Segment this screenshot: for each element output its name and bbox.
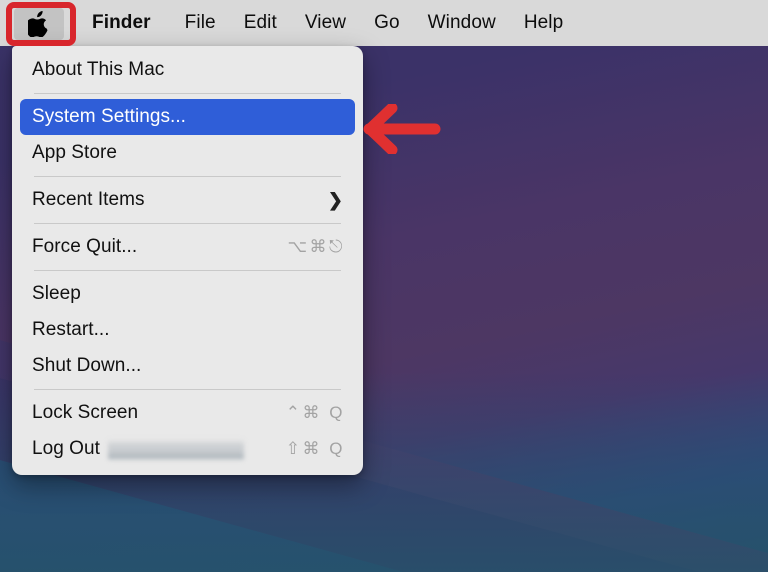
menu-item-log-out[interactable]: Log Out ⇧⌘ Q: [20, 431, 355, 467]
menu-item-label: Lock Screen: [32, 402, 139, 423]
apple-logo-icon: [14, 8, 64, 40]
menu-bar-item-go[interactable]: Go: [360, 0, 414, 46]
menu-bar-item-file[interactable]: File: [171, 0, 230, 46]
apple-menu-active-background: [14, 8, 64, 40]
menu-item-label: App Store: [32, 142, 117, 163]
menu-bar-item-finder[interactable]: Finder: [74, 0, 171, 46]
menu-separator: [34, 270, 341, 271]
menu-item-label: About This Mac: [32, 59, 165, 80]
menu-bar-item-help[interactable]: Help: [510, 0, 577, 46]
menu-item-shortcut: ⌥⌘⎋: [287, 237, 345, 256]
menu-bar-item-window[interactable]: Window: [414, 0, 510, 46]
menu-item-about-this-mac[interactable]: About This Mac: [20, 52, 355, 88]
menu-item-shortcut: ⌃⌘ Q: [285, 403, 345, 422]
menu-item-shut-down[interactable]: Shut Down...: [20, 348, 355, 384]
menu-item-app-store[interactable]: App Store: [20, 135, 355, 171]
menu-item-label: System Settings...: [32, 106, 187, 127]
menu-item-label: Shut Down...: [32, 355, 142, 376]
menu-item-label: Recent Items: [32, 189, 145, 210]
menu-separator: [34, 93, 341, 94]
menu-separator: [34, 176, 341, 177]
menu-item-recent-items[interactable]: Recent Items ❯: [20, 182, 355, 218]
menu-item-force-quit[interactable]: Force Quit... ⌥⌘⎋: [20, 229, 355, 265]
menu-separator: [34, 389, 341, 390]
menu-item-label: Sleep: [32, 283, 81, 304]
menu-item-label: Force Quit...: [32, 236, 138, 257]
menu-bar-item-edit[interactable]: Edit: [230, 0, 291, 46]
redacted-user-name: [107, 438, 244, 460]
menu-bar: Finder File Edit View Go Window Help: [0, 0, 768, 46]
menu-item-sleep[interactable]: Sleep: [20, 276, 355, 312]
macos-desktop-screen: Finder File Edit View Go Window Help Abo…: [0, 0, 768, 572]
chevron-right-icon: ❯: [327, 190, 343, 210]
apple-dropdown-menu: About This Mac System Settings... App St…: [12, 46, 363, 475]
apple-menu-button[interactable]: [0, 0, 74, 46]
menu-item-shortcut: ⇧⌘ Q: [285, 439, 345, 458]
menu-bar-item-view[interactable]: View: [291, 0, 360, 46]
menu-separator: [34, 223, 341, 224]
menu-item-label: Log Out: [32, 438, 100, 459]
menu-item-lock-screen[interactable]: Lock Screen ⌃⌘ Q: [20, 395, 355, 431]
menu-item-system-settings[interactable]: System Settings...: [20, 99, 355, 135]
menu-item-restart[interactable]: Restart...: [20, 312, 355, 348]
menu-item-label: Restart...: [32, 319, 110, 340]
